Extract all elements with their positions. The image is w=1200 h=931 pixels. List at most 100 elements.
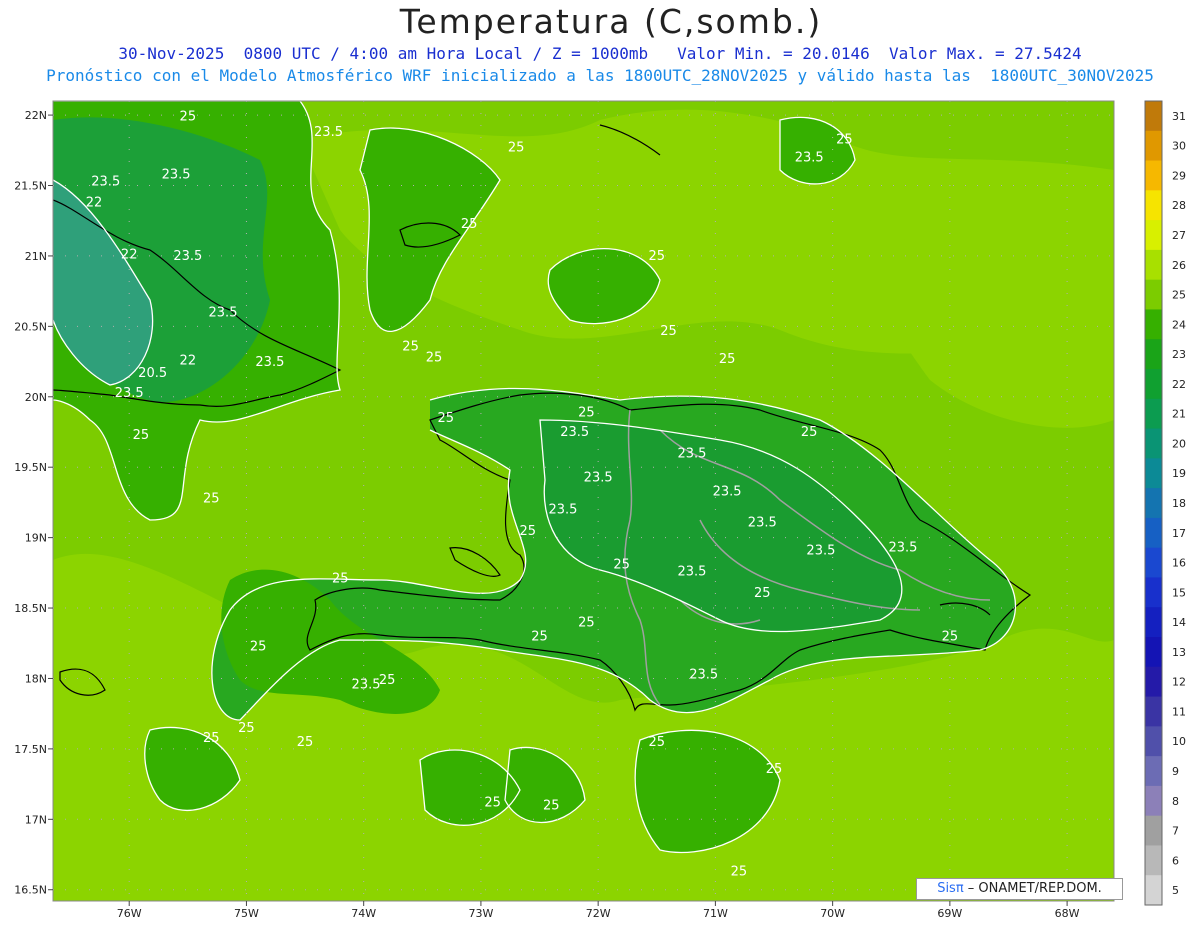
contour-label: 25 (203, 491, 220, 506)
colorbar: 31 30 29 28 27 26 25 24 23 22 21 20 19 18 17 16 15 14 13 12… (1144, 100, 1186, 906)
contour-label: 25 (437, 411, 454, 426)
colorbar-label: 30 (1172, 140, 1186, 153)
contour-label: 23.5 (115, 386, 144, 401)
contour-label: 25 (754, 586, 771, 601)
contour-label: 23.5 (560, 425, 589, 440)
contour-label: 25 (203, 731, 220, 746)
colorbar-swatch (1145, 785, 1162, 817)
colorbar-label: 14 (1172, 616, 1186, 629)
colorbar-swatch (1145, 249, 1162, 281)
lat-label: 20.5N (14, 320, 47, 333)
lon-label: 75W (234, 907, 259, 920)
colorbar-label: 12 (1172, 676, 1186, 689)
colorbar-label: 17 (1172, 527, 1186, 540)
contour-label: 22 (180, 353, 197, 368)
contour-label: 23.5 (806, 544, 835, 559)
contour-label: 25 (238, 721, 255, 736)
contour-label: 25 (250, 639, 267, 654)
contour-label: 25 (660, 324, 677, 339)
colorbar-swatch (1145, 369, 1162, 400)
contour-label: 25 (508, 141, 525, 156)
contour-label: 25 (578, 615, 595, 630)
colorbar-label: 20 (1172, 437, 1186, 450)
colorbar-swatch (1145, 458, 1162, 489)
colorbar-swatch (1145, 845, 1162, 876)
colorbar-swatch (1145, 607, 1162, 638)
colorbar-swatch (1145, 309, 1162, 340)
contour-label: 25 (719, 352, 736, 367)
colorbar-label: 24 (1172, 318, 1186, 331)
lon-label: 73W (468, 907, 493, 920)
colorbar-swatch (1145, 875, 1162, 906)
colorbar-label: 27 (1172, 229, 1186, 242)
lat-label: 21.5N (14, 180, 47, 193)
contour-label: 23.5 (677, 565, 706, 580)
contour-label: 23.5 (255, 355, 284, 370)
contour-label: 25 (836, 132, 853, 147)
contour-label: 25 (531, 629, 548, 644)
contour-label: 23.5 (173, 249, 202, 264)
colorbar-label: 5 (1172, 884, 1179, 897)
contour-label: 25 (520, 524, 537, 539)
contour-label: 23.5 (314, 125, 343, 140)
colorbar-label: 29 (1172, 169, 1186, 182)
contour-label: 22 (86, 196, 103, 211)
colorbar-swatch (1145, 696, 1162, 727)
contour-label: 25 (613, 558, 630, 573)
contour-label: 23.5 (91, 175, 120, 190)
contour-label: 25 (426, 351, 443, 366)
contour-label: 25 (942, 629, 959, 644)
lat-label: 19.5N (14, 461, 47, 474)
credit-org: – ONAMET/REP.DOM. (963, 881, 1102, 896)
lat-label: 17.5N (14, 743, 47, 756)
contour-label: 23.5 (677, 446, 706, 461)
contour-label: 25 (402, 339, 419, 354)
contour-label: 25 (332, 572, 349, 587)
contour-label: 23.5 (795, 151, 824, 166)
colorbar-swatch (1145, 339, 1162, 370)
contour-label: 23.5 (748, 515, 777, 530)
colorbar-label: 21 (1172, 408, 1186, 421)
contour-label: 25 (297, 735, 314, 750)
colorbar-label: 8 (1172, 795, 1179, 808)
contour-label: 23.5 (549, 503, 578, 518)
colorbar-label: 13 (1172, 646, 1186, 659)
contour-label: 25 (180, 110, 197, 125)
lat-label: 19N (25, 532, 47, 545)
colorbar-swatch (1145, 815, 1162, 846)
credit-brand: Sisπ (937, 881, 964, 896)
colorbar-swatch (1145, 488, 1162, 519)
colorbar-label: 9 (1172, 765, 1179, 778)
contour-label: 25 (133, 428, 150, 443)
contour-label: 23.5 (713, 484, 742, 499)
lat-label: 17N (25, 813, 47, 826)
map-container: 22N 21.5N 21N 20.5N 20N 19.5N 19N 18.5N 18N 17.5N… (0, 0, 1200, 927)
contour-label: 25 (543, 798, 560, 813)
colorbar-swatch (1145, 517, 1162, 549)
contour-label: 23.5 (689, 667, 718, 682)
contour-label: 20.5 (138, 366, 167, 381)
contour-label: 23.5 (584, 470, 613, 485)
lat-label: 18N (25, 672, 47, 685)
colorbar-label: 25 (1172, 289, 1186, 302)
contour-label: 23.5 (209, 305, 238, 320)
colorbar-swatch (1145, 756, 1162, 787)
colorbar-swatch (1145, 101, 1162, 132)
lat-label: 20N (25, 391, 47, 404)
colorbar-label: 18 (1172, 497, 1186, 510)
credit-box: Sisπ – ONAMET/REP.DOM. (916, 878, 1123, 900)
colorbar-swatch (1145, 190, 1162, 221)
contour-label: 25 (801, 425, 818, 440)
colorbar-swatch (1145, 428, 1162, 459)
latitude-labels: 22N 21.5N 21N 20.5N 20N 19.5N 19N 18.5N 18N 17.5N… (14, 109, 53, 897)
colorbar-swatch (1145, 577, 1162, 608)
colorbar-swatch (1145, 666, 1162, 698)
lat-label: 16.5N (14, 884, 47, 897)
contour-label: 22 (121, 248, 138, 263)
colorbar-label: 22 (1172, 378, 1186, 391)
lon-label: 71W (703, 907, 728, 920)
lat-label: 18.5N (14, 602, 47, 615)
colorbar-swatch (1145, 398, 1162, 430)
lon-label: 76W (117, 907, 142, 920)
colorbar-label: 23 (1172, 348, 1186, 361)
